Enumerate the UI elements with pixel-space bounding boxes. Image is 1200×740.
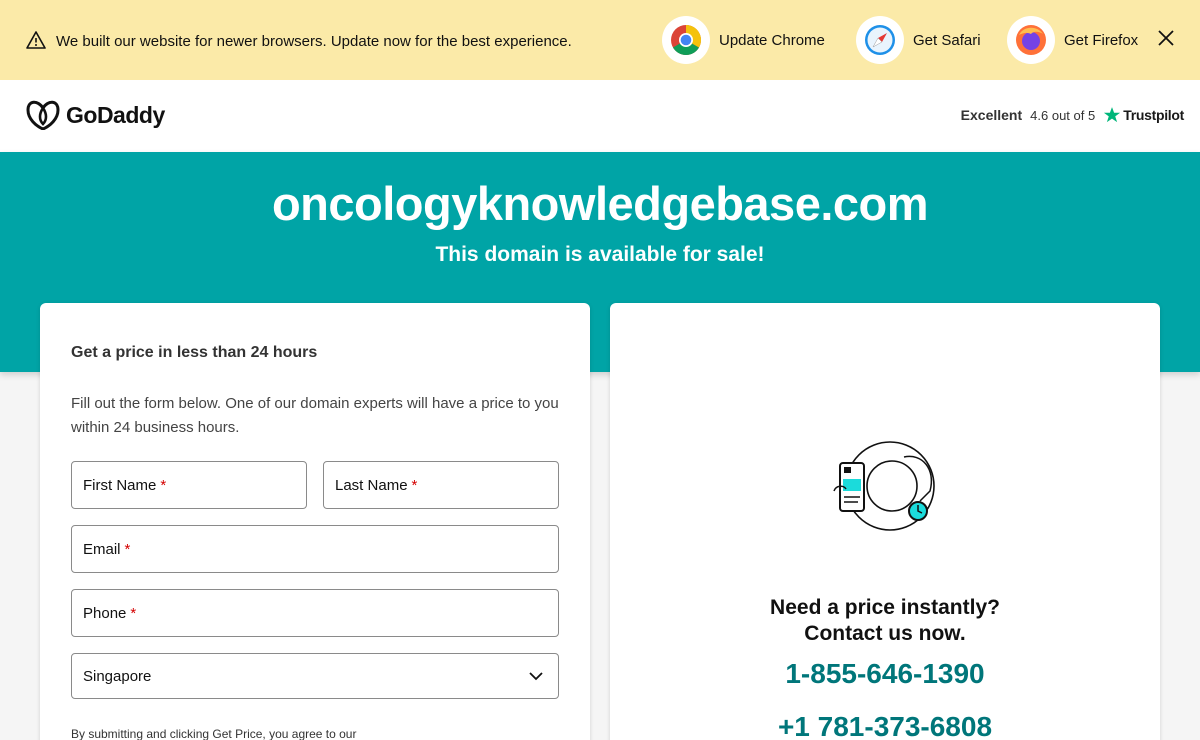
country-value: Singapore <box>83 667 152 685</box>
trustpilot-label: Trustpilot <box>1123 107 1184 123</box>
email-label: Email <box>83 540 121 558</box>
country-select[interactable]: Singapore <box>71 653 559 699</box>
first-name-field[interactable]: First Name * <box>71 461 307 509</box>
close-icon[interactable] <box>1154 26 1178 50</box>
logo-text: GoDaddy <box>66 101 165 128</box>
phone-number-link[interactable]: +1 781-373-6808 <box>610 711 1160 740</box>
contact-card: Need a price instantly? Contact us now. … <box>610 303 1160 740</box>
update-chrome-link[interactable]: Update Chrome <box>662 16 825 64</box>
safari-icon <box>856 16 904 64</box>
instant-price-heading: Need a price instantly? Contact us now. <box>610 595 1160 647</box>
get-safari-link[interactable]: Get Safari <box>856 16 981 64</box>
phone-field[interactable]: Phone * <box>71 589 559 637</box>
last-name-label: Last Name <box>335 476 408 494</box>
instant-price-line1: Need a price instantly? <box>770 596 1000 619</box>
phone-label: Phone <box>83 604 127 622</box>
legal-text: By submitting and clicking Get Price, yo… <box>71 727 357 740</box>
price-request-form: Get a price in less than 24 hours Fill o… <box>40 303 590 740</box>
instant-price-line2: Contact us now. <box>804 622 966 645</box>
browser-update-banner: We built our website for newer browsers.… <box>0 0 1200 80</box>
trustpilot-rating[interactable]: Excellent 4.6 out of 5 Trustpilot <box>960 106 1185 124</box>
last-name-field[interactable]: Last Name * <box>323 461 559 509</box>
get-safari-label: Get Safari <box>913 31 981 49</box>
email-field[interactable]: Email * <box>71 525 559 573</box>
required-mark: * <box>160 476 167 494</box>
get-firefox-label: Get Firefox <box>1064 31 1139 49</box>
rating-word: Excellent <box>960 107 1023 123</box>
required-mark: * <box>124 540 131 558</box>
chrome-icon <box>662 16 710 64</box>
update-chrome-label: Update Chrome <box>719 31 825 49</box>
trustpilot-star-icon <box>1104 107 1121 123</box>
warning-icon <box>26 31 46 49</box>
required-mark: * <box>411 476 418 494</box>
firefox-icon <box>1007 16 1055 64</box>
get-firefox-link[interactable]: Get Firefox <box>1007 16 1138 64</box>
first-name-label: First Name <box>83 476 157 494</box>
sale-subtitle: This domain is available for sale! <box>435 243 765 266</box>
form-description: Fill out the form below. One of our doma… <box>71 395 559 436</box>
banner-message: We built our website for newer browsers.… <box>56 33 572 50</box>
phone-clock-illustration-icon <box>833 441 935 531</box>
chevron-down-icon <box>529 672 543 681</box>
rating-score: 4.6 out of 5 <box>1030 107 1096 123</box>
required-mark: * <box>130 604 137 622</box>
site-header: GoDaddy Excellent 4.6 out of 5 Trustpilo… <box>0 80 1200 152</box>
godaddy-logo[interactable]: GoDaddy <box>26 100 165 130</box>
phone-number-link[interactable]: 1-855-646-1390 <box>610 658 1160 690</box>
domain-name: oncologyknowledgebase.com <box>271 177 929 230</box>
godaddy-mark-icon <box>26 100 60 130</box>
form-title: Get a price in less than 24 hours <box>71 344 318 361</box>
